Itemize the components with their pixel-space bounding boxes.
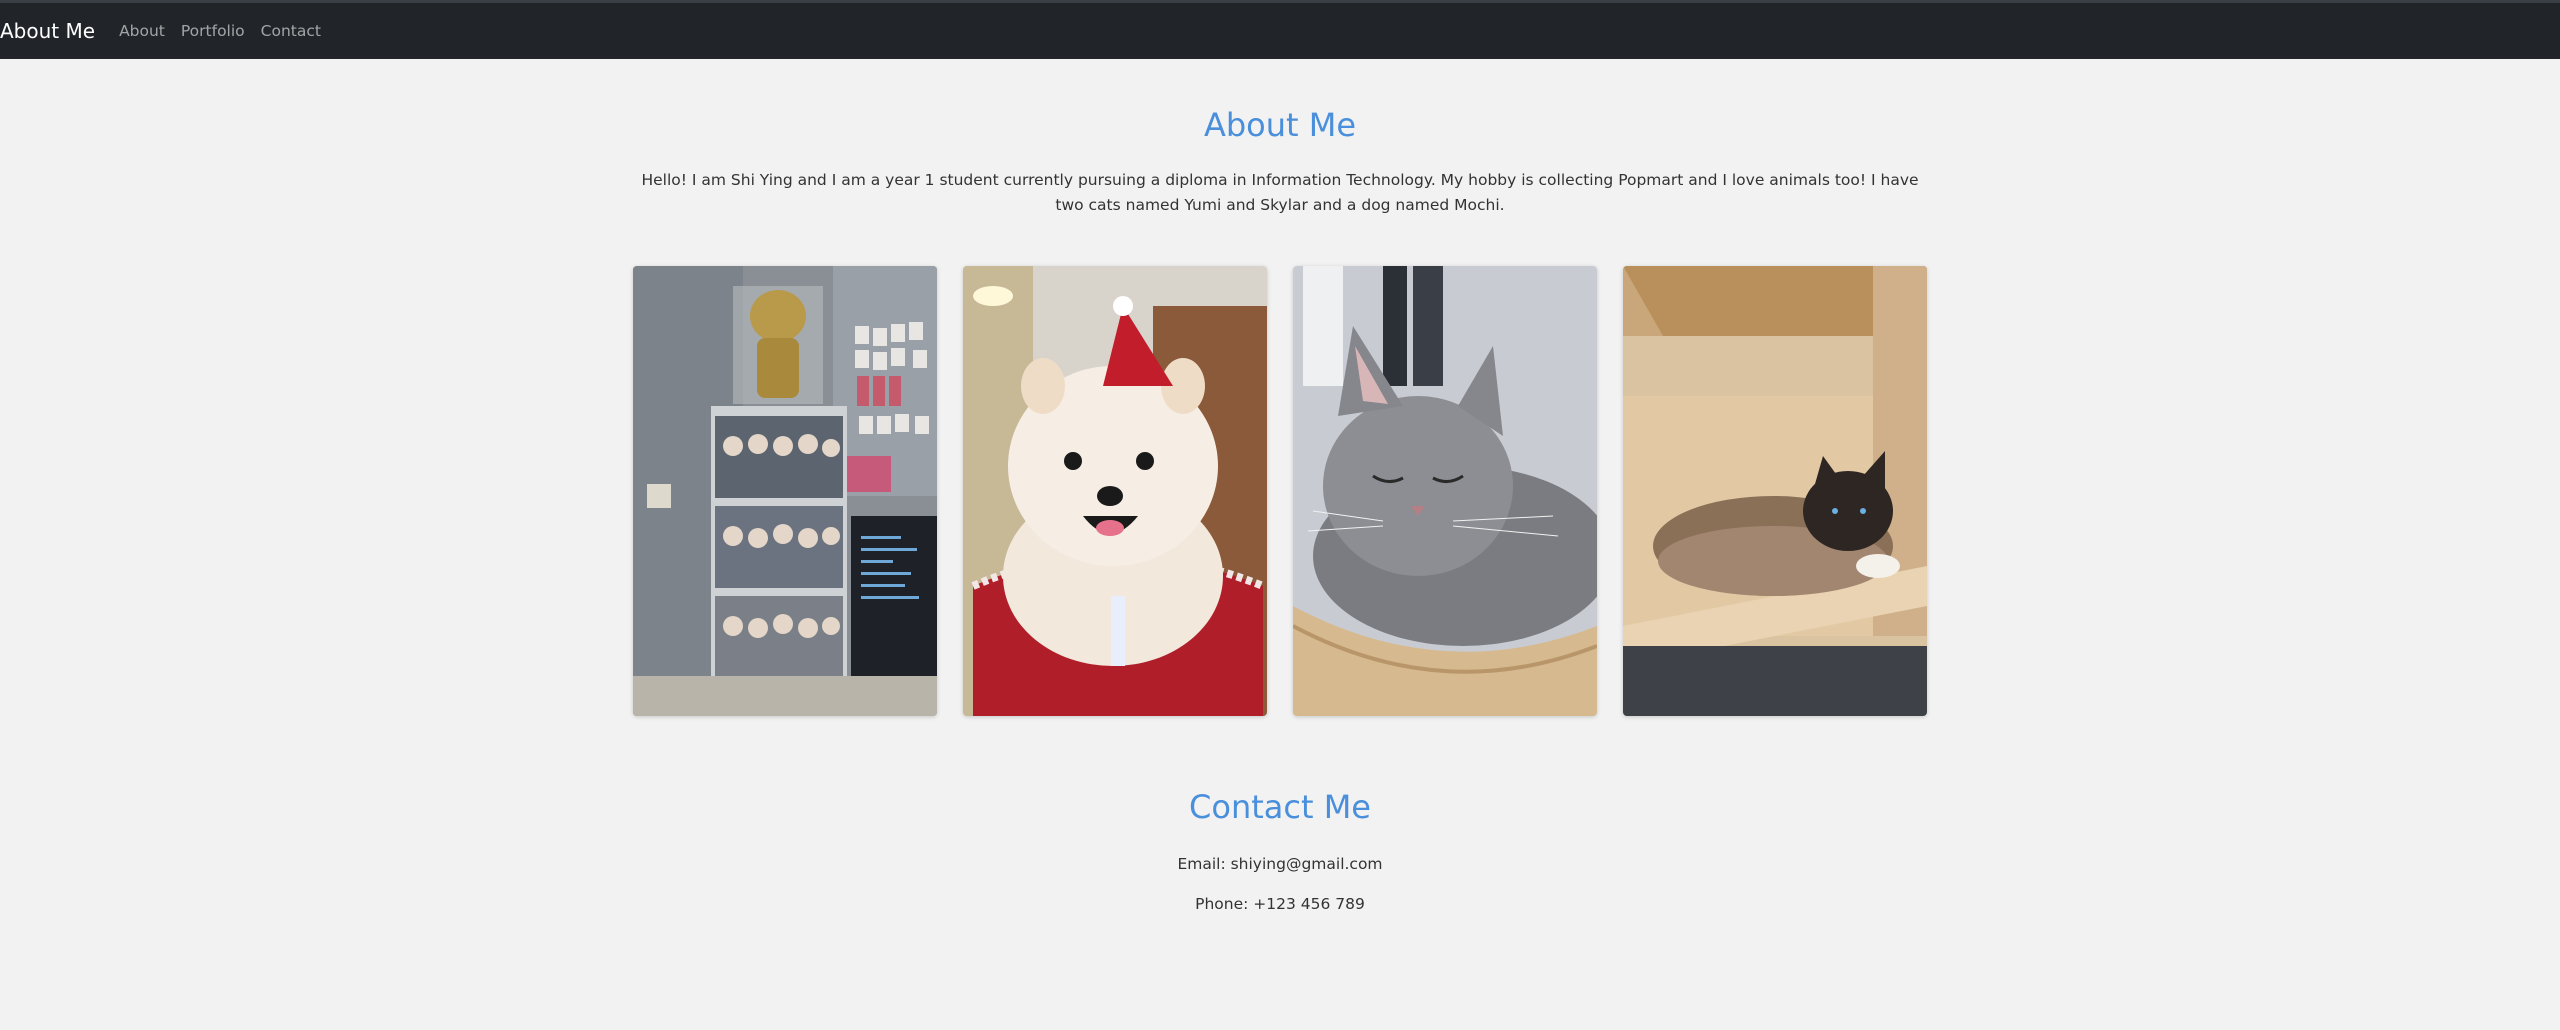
- navbar: About Me About Portfolio Contact: [0, 3, 2560, 59]
- nav-link-contact[interactable]: Contact: [261, 3, 321, 59]
- contact-email: Email: shiying@gmail.com: [1177, 855, 1383, 873]
- popmart-shelf-image: [633, 266, 937, 716]
- about-title: About Me: [1203, 106, 1357, 144]
- gallery-card-grey-cat[interactable]: [1293, 266, 1597, 716]
- dog-image: [963, 266, 1267, 716]
- nav-link-about[interactable]: About: [119, 3, 165, 59]
- navbar-brand[interactable]: About Me: [0, 3, 95, 59]
- gallery-card-dog[interactable]: [963, 266, 1267, 716]
- photo-gallery: [633, 266, 1929, 716]
- gallery-card-popmart[interactable]: [633, 266, 937, 716]
- siamese-cat-image: [1623, 266, 1927, 716]
- contact-phone: Phone: +123 456 789: [1195, 895, 1365, 913]
- contact-title: Contact Me: [1189, 788, 1371, 826]
- about-bio: Hello! I am Shi Ying and I am a year 1 s…: [641, 171, 1919, 214]
- gallery-card-siamese-cat[interactable]: [1623, 266, 1927, 716]
- grey-cat-image: [1293, 266, 1597, 716]
- nav-link-portfolio[interactable]: Portfolio: [181, 3, 245, 59]
